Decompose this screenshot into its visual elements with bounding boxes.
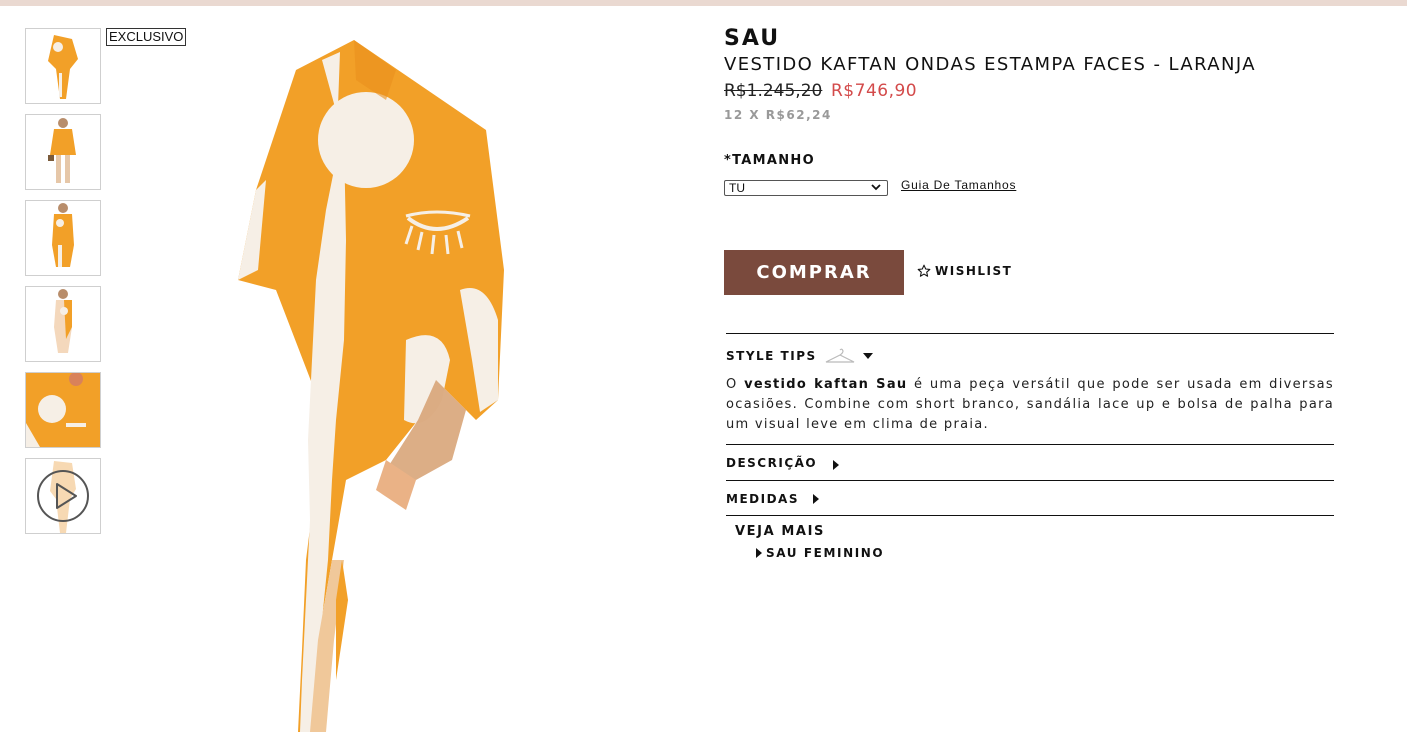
exclusive-badge: EXCLUSIVO [106,28,187,46]
see-more-link[interactable]: SAU FEMININO [756,546,884,560]
thumbnail-5[interactable] [25,372,101,448]
thumbnail-image [48,35,78,99]
divider [726,333,1334,334]
original-price: R$1.245,20 [724,81,823,101]
caret-right-icon [812,494,819,504]
style-tips-toggle[interactable]: STYLE TIPS [726,347,873,365]
measures-toggle[interactable]: MEDIDAS [726,492,819,506]
divider [726,515,1334,516]
style-tips-label: STYLE TIPS [726,349,817,363]
size-selected-value: TU [729,181,745,195]
caret-down-icon [862,353,873,359]
brand-name[interactable]: SAU [724,26,780,51]
caret-right-icon [756,548,762,558]
main-product-image [238,40,504,732]
chevron-down-icon [871,184,881,191]
product-title: VESTIDO KAFTAN ONDAS ESTAMPA FACES - LAR… [724,54,1256,75]
style-tips-bold: vestido kaftan Sau [744,377,908,392]
wishlist-button[interactable]: WISHLIST [917,264,1012,278]
measures-label: MEDIDAS [726,492,799,506]
sale-price: R$746,90 [831,81,918,101]
installments: 12 X R$62,24 [724,108,832,122]
video-thumbnail[interactable] [25,458,101,534]
thumbnail-1[interactable] [25,28,101,104]
description-label: DESCRIÇÃO [726,456,818,470]
size-guide-link[interactable]: Guia De Tamanhos [901,178,1016,192]
play-icon[interactable] [26,459,100,533]
thumbnail-image [52,203,74,267]
thumbnail-image [48,118,76,183]
description-toggle[interactable]: DESCRIÇÃO [726,456,840,470]
hanger-icon [825,348,854,363]
style-tips-prefix: O [726,377,738,392]
wishlist-label: WISHLIST [935,264,1013,278]
star-icon [917,264,931,277]
thumbnail-image [26,373,100,447]
divider [726,444,1334,445]
top-bar [0,0,1407,6]
divider [726,480,1334,481]
buy-button[interactable]: COMPRAR [724,250,904,295]
caret-right-icon [833,459,840,470]
see-more-title: VEJA MAIS [735,524,825,539]
size-label: *TAMANHO [724,153,815,168]
style-tips-text: O vestido kaftan Sau é uma peça versátil… [726,375,1334,435]
thumbnail-image [54,289,72,353]
size-select[interactable]: TU [724,180,888,196]
thumbnail-3[interactable] [25,200,101,276]
thumbnail-gallery [25,28,101,544]
see-more-link-label: SAU FEMININO [766,546,885,560]
thumbnail-2[interactable] [25,114,101,190]
thumbnail-4[interactable] [25,286,101,362]
